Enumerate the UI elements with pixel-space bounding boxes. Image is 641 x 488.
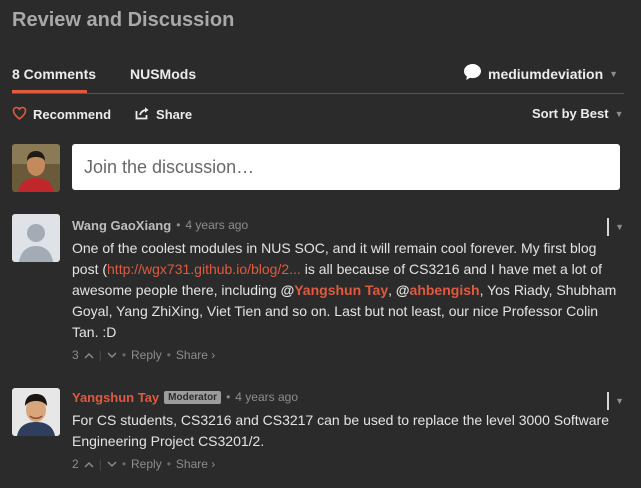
comment-author[interactable]: Yangshun Tay	[72, 390, 159, 405]
user-mention[interactable]: ahbengish	[410, 282, 480, 298]
page-title: Review and Discussion	[12, 9, 235, 31]
sort-dropdown[interactable]: Sort by Best ▼	[532, 106, 624, 121]
chevron-down-icon[interactable]: ▼	[615, 396, 624, 406]
reply-link[interactable]: Reply	[131, 348, 162, 362]
share-label: Share	[156, 107, 193, 122]
tab-forum[interactable]: NUSMods	[130, 66, 196, 82]
cursor-bar	[607, 392, 610, 410]
reply-link[interactable]: Reply	[131, 457, 162, 471]
separator: •	[166, 348, 171, 362]
share-link[interactable]: Share ›	[176, 348, 215, 362]
upvote-icon[interactable]	[84, 457, 94, 471]
sort-label: Sort by Best	[532, 106, 609, 121]
tab-bar: 8 Comments NUSMods mediumdeviation ▼	[0, 60, 624, 94]
share-button[interactable]: Share	[135, 106, 192, 123]
heart-icon	[12, 106, 27, 123]
share-icon	[135, 106, 150, 123]
comment-body: Wang GaoXiang • 4 years ago One of the c…	[72, 214, 624, 363]
downvote-icon[interactable]	[107, 457, 117, 471]
comment-meta: Wang GaoXiang • 4 years ago	[72, 216, 624, 234]
upvote-icon[interactable]	[84, 348, 94, 362]
comment-time[interactable]: 4 years ago	[235, 390, 298, 404]
mention-at: @	[280, 282, 295, 298]
divider	[12, 93, 624, 94]
user-mention[interactable]: Yangshun Tay	[294, 282, 388, 298]
moderator-badge: Moderator	[164, 390, 222, 404]
recommend-label: Recommend	[33, 107, 112, 122]
comment-text-part: ,	[388, 282, 396, 298]
separator: •	[166, 457, 171, 471]
vote-count: 3	[72, 348, 79, 362]
avatar[interactable]	[12, 214, 60, 262]
comment-footer: 3 | • Reply • Share ›	[72, 348, 624, 362]
action-bar: Recommend Share	[12, 106, 192, 123]
comment-footer: 2 | • Reply • Share ›	[72, 457, 624, 471]
divider: |	[98, 457, 102, 471]
speech-bubble-icon	[463, 63, 482, 86]
comment-time[interactable]: 4 years ago	[185, 218, 248, 232]
comment-author[interactable]: Wang GaoXiang	[72, 218, 171, 233]
current-user-avatar[interactable]	[12, 144, 60, 192]
tab-comments[interactable]: 8 Comments	[12, 66, 96, 82]
chevron-down-icon: ▼	[614, 108, 624, 119]
username: mediumdeviation	[488, 66, 604, 82]
comment-text: One of the coolest modules in NUS SOC, a…	[72, 238, 624, 343]
comment-meta: Yangshun Tay Moderator • 4 years ago	[72, 388, 624, 406]
share-link[interactable]: Share ›	[176, 457, 215, 471]
divider: |	[98, 348, 102, 362]
chevron-down-icon[interactable]: ▼	[609, 69, 618, 79]
avatar[interactable]	[12, 388, 60, 436]
comment-menu[interactable]: ▼	[607, 392, 624, 410]
separator: •	[121, 348, 127, 362]
comment-body: Yangshun Tay Moderator • 4 years ago For…	[72, 388, 624, 472]
vote-count: 2	[72, 457, 79, 471]
mention-at: @	[395, 282, 410, 298]
separator: •	[121, 457, 127, 471]
meta-separator: •	[226, 390, 231, 404]
comment-link[interactable]: http://wgx731.github.io/blog/2...	[107, 261, 301, 277]
chevron-down-icon[interactable]: ▼	[615, 222, 624, 232]
comment-menu[interactable]: ▼	[607, 218, 624, 236]
recommend-button[interactable]: Recommend	[12, 106, 111, 123]
comment-text: For CS students, CS3216 and CS3217 can b…	[72, 412, 610, 449]
cursor-bar	[607, 218, 610, 236]
comment-input[interactable]: Join the discussion…	[72, 144, 620, 190]
user-menu[interactable]: mediumdeviation ▼	[463, 63, 618, 86]
downvote-icon[interactable]	[107, 348, 117, 362]
meta-separator: •	[176, 218, 181, 232]
